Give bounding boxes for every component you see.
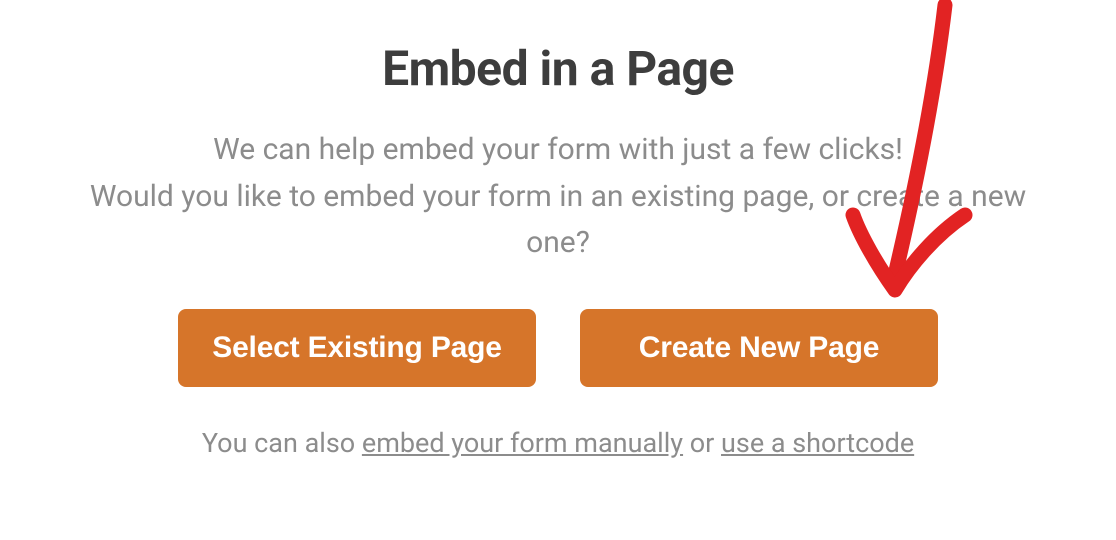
footer-separator: or	[683, 427, 721, 459]
modal-title: Embed in a Page	[60, 40, 1056, 97]
embed-modal: Embed in a Page We can help embed your f…	[0, 0, 1116, 489]
create-new-page-button[interactable]: Create New Page	[580, 309, 938, 387]
embed-manually-link[interactable]: embed your form manually	[362, 427, 683, 459]
button-row: Select Existing Page Create New Page	[60, 309, 1056, 387]
modal-description: We can help embed your form with just a …	[60, 127, 1056, 267]
footer-prefix: You can also	[202, 427, 362, 459]
use-shortcode-link[interactable]: use a shortcode	[721, 427, 914, 459]
description-line-1: We can help embed your form with just a …	[213, 132, 903, 167]
footer-text: You can also embed your form manually or…	[60, 427, 1056, 459]
description-line-2: Would you like to embed your form in an …	[90, 179, 1026, 261]
select-existing-page-button[interactable]: Select Existing Page	[178, 309, 536, 387]
